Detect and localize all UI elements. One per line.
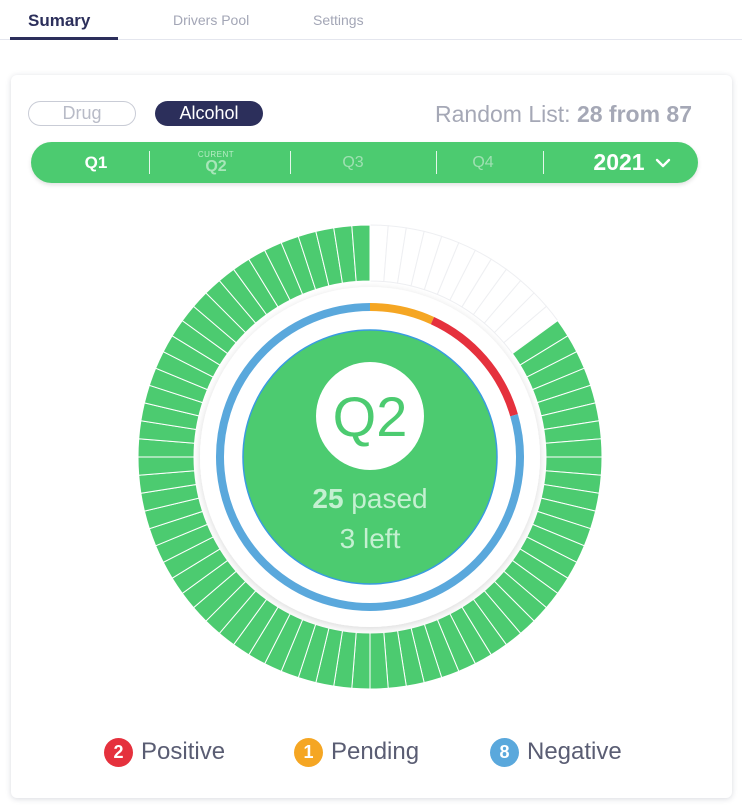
positive-count-badge: 2 — [104, 737, 133, 767]
active-tab-indicator — [10, 37, 118, 40]
quarter-q3[interactable]: Q3 — [318, 142, 388, 183]
year-value: 2021 — [593, 149, 645, 175]
quarter-q4[interactable]: Q4 — [448, 142, 518, 183]
negative-count-badge: 8 — [490, 737, 519, 767]
legend-pending: 1 Pending — [294, 736, 419, 768]
quarter-divider — [543, 151, 544, 174]
quarter-q1[interactable]: Q1 — [61, 142, 131, 183]
quarter-q1-label: Q1 — [84, 152, 108, 172]
remaining-count-text: 3 left — [340, 523, 401, 554]
pending-count-badge: 1 — [294, 737, 323, 767]
positive-label: Positive — [141, 738, 226, 765]
legend-positive: 2 Positive — [104, 736, 225, 768]
year-dropdown[interactable]: 2021 — [582, 142, 682, 183]
passed-word: pased — [344, 483, 428, 514]
random-list-info: Random List: 28 from 87 — [435, 101, 692, 128]
passed-number: 25 — [312, 483, 343, 514]
pending-label: Pending — [331, 738, 420, 765]
quarter-divider — [436, 151, 437, 174]
quarter-progress-gauge: Q2 25 pased 3 left — [137, 224, 603, 690]
chevron-down-icon — [655, 158, 670, 167]
drug-toggle-button[interactable]: Drug — [28, 101, 136, 126]
passed-count-text: 25 pased — [312, 483, 427, 514]
quarter-q2[interactable]: CURENT Q2 — [181, 142, 251, 183]
tab-drivers-pool[interactable]: Drivers Pool — [173, 12, 249, 28]
random-list-value: 28 from 87 — [576, 101, 692, 127]
tab-summary[interactable]: Sumary — [28, 11, 90, 31]
quarter-selector: Q1 CURENT Q2 Q3 Q4 2021 — [31, 142, 698, 183]
random-list-label: Random List: — [435, 101, 571, 127]
negative-label: Negative — [527, 738, 622, 765]
alcohol-toggle-button[interactable]: Alcohol — [155, 101, 263, 126]
quarter-divider — [290, 151, 291, 174]
quarter-divider — [149, 151, 150, 174]
legend-negative: 8 Negative — [490, 736, 622, 768]
quarter-q3-label: Q3 — [342, 153, 364, 171]
tab-bar: Sumary Drivers Pool Settings — [0, 0, 742, 40]
quarter-q4-label: Q4 — [472, 153, 494, 171]
quarter-badge-label: Q2 — [333, 385, 408, 448]
tab-settings[interactable]: Settings — [313, 12, 364, 28]
quarter-q2-label: Q2 — [205, 158, 227, 175]
